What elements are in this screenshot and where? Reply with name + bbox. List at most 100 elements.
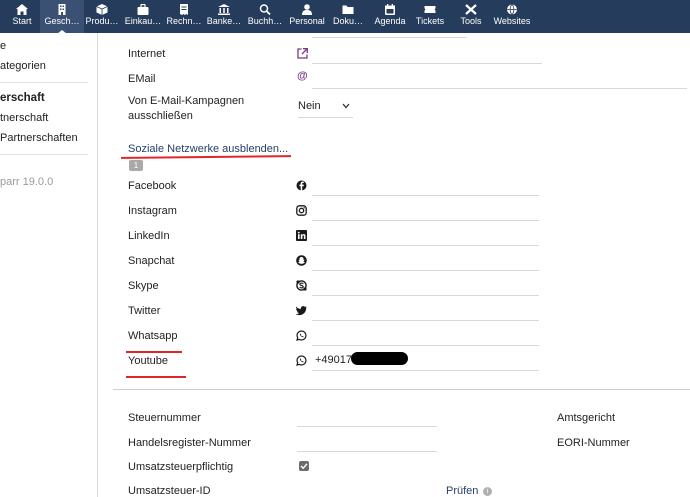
facebook-icon	[296, 180, 307, 191]
sidebar-divider	[0, 82, 88, 83]
nav-item-dokumente[interactable]: Doku…	[326, 0, 370, 33]
annotation-underline	[126, 351, 182, 353]
ticket-icon	[424, 6, 436, 13]
nav-label: Rechn…	[166, 16, 202, 26]
handelsregister-input[interactable]	[297, 451, 437, 452]
email-campaign-label-line2: ausschließen	[128, 110, 193, 122]
instagram-label: Instagram	[128, 205, 177, 217]
amtsgericht-label: Amtsgericht	[557, 412, 616, 424]
section-divider	[113, 389, 690, 390]
handelsregister-label: Handelsregister-Nummer	[128, 437, 251, 449]
snapchat-icon	[296, 255, 307, 266]
instagram-input[interactable]	[312, 220, 539, 221]
twitter-icon	[296, 306, 307, 316]
nav-label: Produ…	[85, 16, 119, 26]
external-link-icon[interactable]	[297, 48, 308, 59]
at-icon[interactable]: @	[297, 71, 308, 82]
nav-item-produkte[interactable]: Produ…	[80, 0, 124, 33]
magnifier-icon	[259, 4, 271, 15]
email-label: EMail	[128, 73, 156, 85]
email-campaign-select[interactable]: Nein	[298, 100, 353, 118]
annotation-underline	[120, 155, 292, 159]
social-count-badge: 1	[129, 160, 143, 171]
sidebar-link[interactable]: e	[0, 40, 6, 52]
youtube-label: Youtube	[128, 355, 168, 367]
sidebar-link-kategorien[interactable]: ategorien	[0, 60, 46, 72]
linkedin-icon	[296, 230, 307, 241]
nav-label: Banke…	[206, 16, 242, 26]
nav-label: Start	[12, 16, 32, 26]
sidebar-divider	[0, 154, 88, 155]
cube-icon	[96, 4, 108, 15]
briefcase-icon	[137, 4, 149, 15]
internet-label: Internet	[128, 48, 166, 60]
nav-item-rechnungen[interactable]: Rechn…	[162, 0, 206, 33]
linkedin-label: LinkedIn	[128, 230, 170, 242]
tools-icon	[465, 4, 477, 15]
twitter-label: Twitter	[128, 305, 161, 317]
nav-label: Buchh…	[247, 16, 283, 26]
field-underline	[312, 37, 467, 38]
nav-item-start[interactable]: Start	[0, 0, 44, 33]
nav-label: Doku…	[332, 16, 363, 26]
steuernummer-input[interactable]	[297, 426, 437, 427]
whatsapp-label: Whatsapp	[128, 330, 178, 342]
whatsapp-input[interactable]	[312, 345, 539, 346]
nav-item-personal[interactable]: Personal	[285, 0, 329, 33]
social-networks-toggle-link[interactable]: Soziale Netzwerke ausblenden...	[128, 143, 288, 155]
check-icon	[300, 463, 308, 470]
nav-label: Tools	[460, 16, 482, 26]
internet-input[interactable]	[312, 63, 542, 64]
info-icon[interactable]: i	[483, 487, 492, 496]
nav-label: Websites	[493, 16, 531, 26]
nav-item-tools[interactable]: Tools	[449, 0, 493, 33]
chevron-down-icon	[342, 103, 350, 109]
nav-item-einkauf[interactable]: Einkau…	[121, 0, 165, 33]
nav-label: Personal	[289, 16, 325, 26]
email-campaign-select-value: Nein	[298, 100, 321, 112]
nav-label: Einkau…	[124, 16, 162, 26]
nav-label: Tickets	[415, 16, 445, 26]
sidebar-section-title: erschaft	[0, 92, 45, 104]
whatsapp-icon	[296, 355, 307, 366]
sidebar-link-partnerschaften[interactable]: Partnerschaften	[0, 132, 78, 144]
email-campaign-label-line1: Von E-Mail-Kampagnen	[128, 95, 245, 107]
nav-item-agenda[interactable]: Agenda	[368, 0, 412, 33]
ust-pflichtig-checkbox[interactable]	[299, 461, 309, 471]
snapchat-label: Snapchat	[128, 255, 175, 267]
nav-item-buchhaltung[interactable]: Buchh…	[243, 0, 287, 33]
skype-input[interactable]	[312, 295, 539, 296]
user-icon	[302, 4, 312, 15]
bank-icon	[218, 4, 230, 15]
sidebar-link-partnerschaft[interactable]: tnerschaft	[0, 112, 48, 124]
calendar-icon	[385, 4, 395, 15]
ust-pflichtig-label: Umsatzsteuerpflichtig	[128, 461, 234, 473]
skype-label: Skype	[128, 280, 159, 292]
folder-icon	[342, 5, 354, 14]
youtube-input-value[interactable]: +49017	[315, 354, 352, 366]
twitter-input[interactable]	[312, 320, 539, 321]
pruefen-link[interactable]: Prüfen	[446, 485, 478, 497]
nav-item-websites[interactable]: Websites	[490, 0, 534, 33]
snapchat-input[interactable]	[312, 270, 539, 271]
ust-id-label: Umsatzsteuer-ID	[128, 485, 211, 497]
home-icon	[16, 4, 28, 15]
nav-item-tickets[interactable]: Tickets	[408, 0, 452, 33]
nav-item-geschaeftspartner[interactable]: Gesch…	[40, 0, 84, 33]
facebook-label: Facebook	[128, 180, 177, 192]
whatsapp-icon	[296, 330, 307, 341]
eori-label: EORI-Nummer	[557, 437, 630, 449]
nav-label: Gesch…	[44, 16, 80, 26]
invoice-icon	[180, 4, 188, 15]
building-icon	[58, 4, 66, 15]
top-navigation-bar: Start Gesch… Produ… Einkau… Rechn… Banke…	[0, 0, 690, 34]
nav-item-banken[interactable]: Banke…	[202, 0, 246, 33]
facebook-input[interactable]	[312, 195, 539, 196]
globe-icon	[507, 4, 517, 15]
annotation-underline	[126, 376, 186, 378]
email-input[interactable]	[312, 88, 687, 89]
youtube-input[interactable]	[312, 370, 539, 371]
linkedin-input[interactable]	[312, 245, 539, 246]
steuernummer-label: Steuernummer	[128, 412, 201, 424]
skype-icon	[296, 280, 307, 291]
